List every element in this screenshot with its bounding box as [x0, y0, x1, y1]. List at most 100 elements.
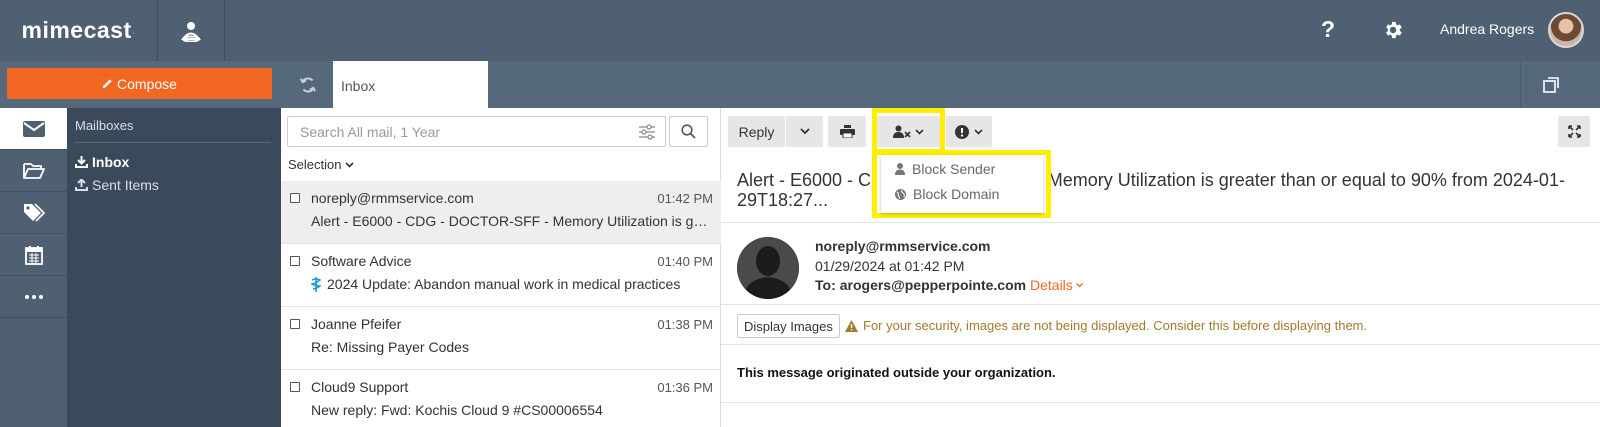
message-subject: New reply: Fwd: Kochis Cloud 9 #CS000065… — [311, 402, 711, 418]
row-checkbox[interactable] — [290, 319, 300, 329]
print-icon — [839, 125, 855, 138]
rail-mail[interactable] — [0, 108, 67, 150]
envelope-icon — [22, 120, 45, 137]
message-subject-heading: Alert - E6000 - CDG - DOCTOR-SFF - Memor… — [737, 170, 1565, 210]
report-button[interactable] — [946, 116, 992, 147]
search-box — [287, 116, 666, 147]
message-subject-text: Alert - E6000 - CDG - DOCTOR-SFF - Memor… — [311, 213, 711, 229]
refresh-icon[interactable] — [282, 61, 333, 108]
rail-calendar[interactable] — [0, 234, 67, 276]
message-subject: Alert - E6000 - CDG - DOCTOR-SFF - Memor… — [311, 213, 711, 229]
help-icon[interactable]: ? — [1315, 16, 1341, 44]
calendar-icon — [24, 245, 43, 265]
print-button[interactable] — [828, 116, 866, 147]
message-subject: Re: Missing Payer Codes — [311, 339, 711, 355]
details-label: Details — [1030, 277, 1073, 293]
selection-dropdown[interactable]: Selection — [288, 157, 355, 172]
mailbox-sent-label: Sent Items — [92, 177, 159, 193]
block-domain-item[interactable]: Block Domain — [895, 186, 999, 202]
sender-avatar — [737, 237, 799, 299]
mailbox-sent[interactable]: Sent Items — [75, 177, 159, 193]
fullscreen-button[interactable] — [1558, 116, 1590, 147]
message-time: 01:40 PM — [657, 254, 713, 269]
compose-button[interactable]: Compose — [7, 68, 272, 99]
compose-label: Compose — [117, 75, 177, 92]
user-name[interactable]: Andrea Rogers — [1440, 21, 1534, 37]
reading-pane: Reply Alert - E6000 - CDG - DOCTOR-SFF -… — [721, 108, 1600, 427]
divider — [721, 304, 1600, 305]
user-services-icon[interactable] — [158, 0, 225, 61]
message-from: noreply@rmmservice.com — [311, 190, 474, 206]
reply-button[interactable]: Reply — [728, 116, 785, 147]
message-time: 01:38 PM — [657, 317, 713, 332]
row-checkbox[interactable] — [290, 256, 300, 266]
block-menu: Block Sender Block Domain — [881, 155, 1043, 213]
chevron-down-icon — [1075, 282, 1083, 287]
nav-rail — [0, 108, 67, 427]
rail-tags[interactable] — [0, 192, 67, 234]
message-subject: 2024 Update: Abandon manual work in medi… — [311, 276, 711, 292]
sender-email: noreply@rmmservice.com — [815, 238, 991, 254]
mailbox-inbox-label: Inbox — [92, 154, 130, 170]
rail-folders[interactable] — [0, 150, 67, 192]
table-row[interactable]: Cloud9 Support 01:36 PM New reply: Fwd: … — [281, 370, 721, 427]
expand-icon — [1567, 125, 1581, 138]
globe-icon — [895, 188, 906, 200]
table-row[interactable]: noreply@rmmservice.com 01:42 PM Alert - … — [281, 181, 721, 244]
chevron-down-icon — [345, 161, 355, 168]
mailbox-inbox[interactable]: Inbox — [75, 154, 129, 170]
filter-sliders-icon[interactable] — [638, 123, 656, 141]
divider — [721, 222, 1600, 223]
block-sender-item[interactable]: Block Sender — [895, 161, 995, 177]
message-from: Cloud9 Support — [311, 379, 409, 395]
recipient-address: arogers@pepperpointe.com — [839, 277, 1027, 293]
message-date: 01/29/2024 at 01:42 PM — [815, 258, 965, 274]
tab-inbox[interactable]: Inbox — [333, 61, 488, 108]
display-images-button[interactable]: Display Images — [737, 314, 840, 338]
chevron-down-icon — [799, 128, 810, 135]
message-subject-text: New reply: Fwd: Kochis Cloud 9 #CS000065… — [311, 402, 603, 418]
message-subject-text: Re: Missing Payer Codes — [311, 339, 469, 355]
message-from: Joanne Pfeifer — [311, 316, 402, 332]
chevron-down-icon — [974, 128, 983, 135]
search-icon — [681, 124, 696, 139]
pencil-icon — [102, 79, 112, 89]
external-sender-notice: This message originated outside your org… — [737, 365, 1056, 380]
table-row[interactable]: Software Advice 01:40 PM 2024 Update: Ab… — [281, 244, 721, 307]
warning-icon — [845, 319, 858, 332]
divider — [721, 402, 1600, 403]
message-time: 01:36 PM — [657, 380, 713, 395]
avatar[interactable] — [1548, 12, 1584, 48]
block-dropdown-highlight: Block Sender Block Domain — [872, 150, 1051, 218]
more-icon — [24, 294, 43, 299]
search-input[interactable] — [288, 117, 628, 146]
recipient-line: To: arogers@pepperpointe.com — [815, 277, 1026, 293]
table-row[interactable]: Joanne Pfeifer 01:38 PM Re: Missing Paye… — [281, 307, 721, 370]
divider — [721, 344, 1600, 345]
details-link[interactable]: Details — [1030, 277, 1083, 293]
logo-text: mimecast — [21, 17, 132, 43]
gear-icon[interactable] — [1380, 17, 1406, 43]
message-list: Selection noreply@rmmservice.com 01:42 P… — [281, 108, 721, 427]
row-checkbox[interactable] — [290, 193, 300, 203]
message-subject-text: 2024 Update: Abandon manual work in medi… — [327, 276, 681, 292]
selection-label: Selection — [288, 157, 342, 172]
message-from: Software Advice — [311, 253, 412, 269]
download-icon — [75, 156, 88, 168]
message-time: 01:42 PM — [657, 191, 713, 206]
top-bar — [0, 0, 1600, 61]
mailboxes-header: Mailboxes — [75, 118, 271, 143]
mimecast-logo[interactable]: mimecast · — [0, 0, 158, 61]
security-warning-text: For your security, images are not being … — [863, 318, 1368, 333]
block-sender-label: Block Sender — [912, 161, 996, 177]
popout-icon[interactable] — [1520, 61, 1580, 108]
search-button[interactable] — [669, 116, 708, 147]
rail-more[interactable] — [0, 276, 67, 318]
to-label: To: — [815, 277, 836, 293]
block-domain-label: Block Domain — [913, 186, 1000, 202]
upload-icon — [75, 179, 88, 191]
row-checkbox[interactable] — [290, 382, 300, 392]
reply-options-button[interactable] — [786, 116, 823, 147]
logo-mark: · — [132, 30, 136, 37]
caduceus-icon — [311, 276, 321, 292]
